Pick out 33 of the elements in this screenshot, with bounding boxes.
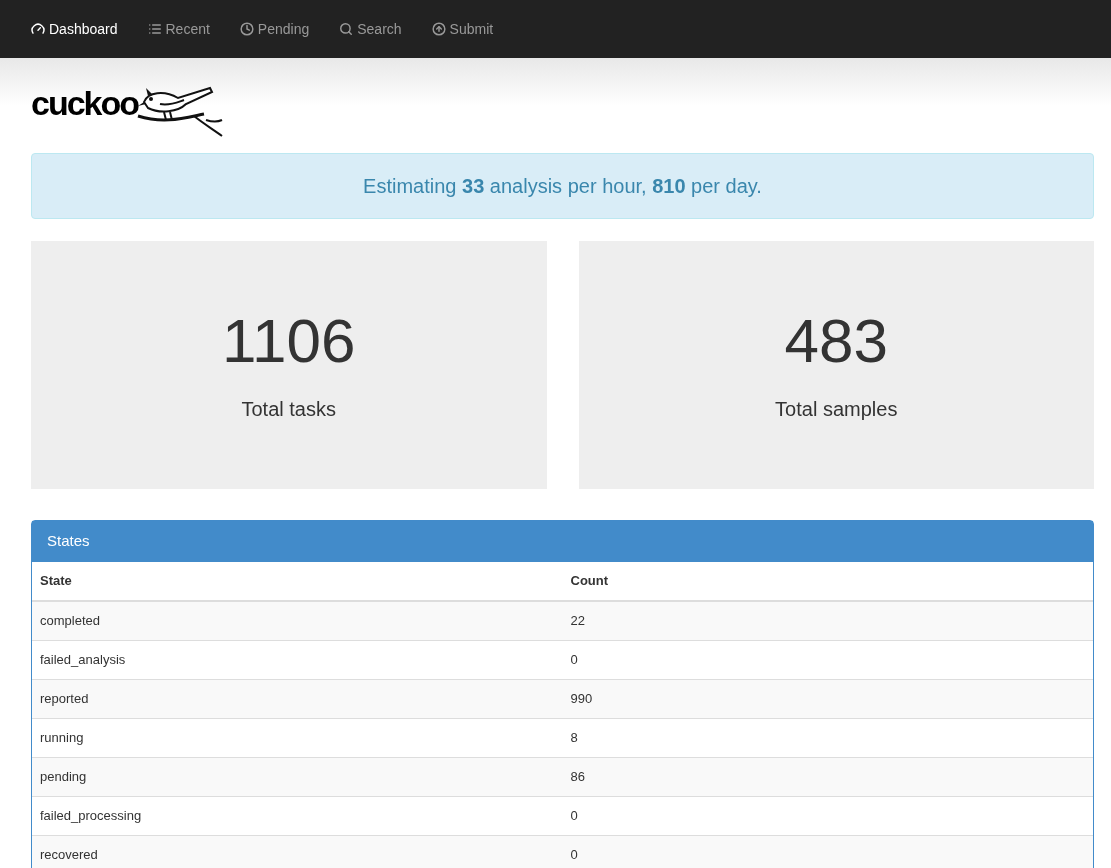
table-cell: reported xyxy=(32,679,563,718)
table-cell: pending xyxy=(32,757,563,796)
nav-link[interactable]: Submit xyxy=(431,18,494,40)
table-cell: 0 xyxy=(562,640,1093,679)
table-cell: 0 xyxy=(562,835,1093,868)
table-cell: 22 xyxy=(562,601,1093,640)
table-cell: recovered xyxy=(32,835,563,868)
stat-label: Total samples xyxy=(775,397,898,422)
nav-link[interactable]: Pending xyxy=(239,18,310,40)
stat-value: 483 xyxy=(784,310,888,372)
stat-label: Total tasks xyxy=(241,397,336,422)
estimate-text: Estimating 33 analysis per hour, 810 per day. xyxy=(363,174,762,199)
table-cell: failed_processing xyxy=(32,796,563,835)
table-cell: 86 xyxy=(562,757,1093,796)
column-header: State xyxy=(32,562,563,601)
list-icon xyxy=(147,22,162,36)
nav-link[interactable]: Dashboard xyxy=(31,18,118,40)
gauge-icon xyxy=(31,22,45,36)
search-icon xyxy=(339,22,354,36)
column-header: Count xyxy=(562,562,1093,601)
table-cell: 0 xyxy=(562,796,1093,835)
logo-text: cuckoo xyxy=(31,86,139,120)
stat-value: 1106 xyxy=(222,310,356,372)
table-cell: completed xyxy=(32,601,563,640)
nav-link[interactable]: Search xyxy=(339,18,402,40)
table-cell: running xyxy=(32,718,563,757)
panel-title: States xyxy=(47,531,90,552)
table-cell: 8 xyxy=(562,718,1093,757)
upload-icon xyxy=(431,22,446,36)
clock-icon xyxy=(239,22,254,36)
nav-link[interactable]: Recent xyxy=(147,18,210,40)
table-cell: 990 xyxy=(562,679,1093,718)
table-cell: failed_analysis xyxy=(32,640,563,679)
